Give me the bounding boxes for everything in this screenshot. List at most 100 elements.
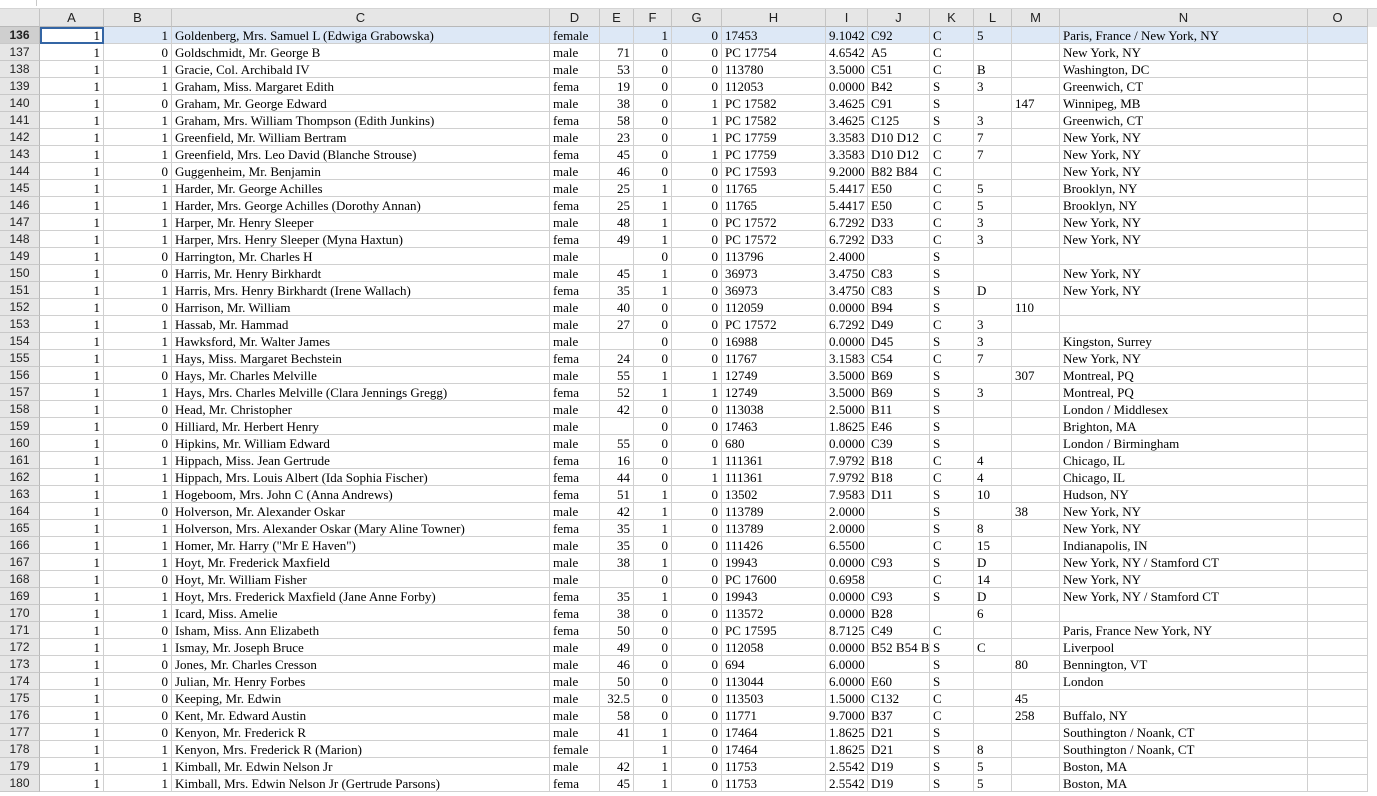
cell-l[interactable]: [974, 707, 1012, 724]
cell-n[interactable]: Boston, MA: [1060, 758, 1308, 775]
cell-o[interactable]: [1308, 180, 1368, 197]
cell-e[interactable]: 42: [600, 503, 634, 520]
cell-b[interactable]: 1: [104, 758, 172, 775]
cell-j[interactable]: C54: [868, 350, 930, 367]
cell-m[interactable]: 38: [1012, 503, 1060, 520]
cell-m[interactable]: [1012, 163, 1060, 180]
cell-i[interactable]: 7.9792: [826, 469, 868, 486]
cell-a[interactable]: 1: [40, 724, 104, 741]
cell-k[interactable]: S: [930, 503, 974, 520]
cell-k[interactable]: S: [930, 775, 974, 792]
cell-g[interactable]: 0: [672, 61, 722, 78]
cell-a[interactable]: 1: [40, 350, 104, 367]
cell-a[interactable]: 1: [40, 656, 104, 673]
cell-k[interactable]: S: [930, 554, 974, 571]
cell-m[interactable]: 307: [1012, 367, 1060, 384]
cell-f[interactable]: 1: [634, 503, 672, 520]
cell-d[interactable]: male: [550, 503, 600, 520]
cell-m[interactable]: [1012, 350, 1060, 367]
cell-d[interactable]: fema: [550, 622, 600, 639]
cell-d[interactable]: fema: [550, 469, 600, 486]
cell-g[interactable]: 0: [672, 418, 722, 435]
cell-n[interactable]: London / Birmingham: [1060, 435, 1308, 452]
cell-d[interactable]: male: [550, 44, 600, 61]
cell-j[interactable]: B18: [868, 452, 930, 469]
row-header[interactable]: 166: [0, 537, 40, 554]
cell-n[interactable]: Greenwich, CT: [1060, 78, 1308, 95]
cell-e[interactable]: 35: [600, 537, 634, 554]
cell-g[interactable]: 0: [672, 724, 722, 741]
cell-l[interactable]: [974, 248, 1012, 265]
cell-j[interactable]: D45: [868, 333, 930, 350]
cell-l[interactable]: [974, 690, 1012, 707]
cell-i[interactable]: 7.9583: [826, 486, 868, 503]
cell-k[interactable]: C: [930, 129, 974, 146]
cell-m[interactable]: [1012, 197, 1060, 214]
cell-f[interactable]: 0: [634, 435, 672, 452]
cell-b[interactable]: 1: [104, 333, 172, 350]
cell-l[interactable]: [974, 163, 1012, 180]
cell-g[interactable]: 1: [672, 469, 722, 486]
cell-h[interactable]: 11771: [722, 707, 826, 724]
cell-e[interactable]: 51: [600, 486, 634, 503]
cell-b[interactable]: 1: [104, 78, 172, 95]
cell-a[interactable]: 1: [40, 418, 104, 435]
cell-l[interactable]: 4: [974, 452, 1012, 469]
cell-f[interactable]: 0: [634, 469, 672, 486]
cell-m[interactable]: [1012, 469, 1060, 486]
cell-c[interactable]: Graham, Miss. Margaret Edith: [172, 78, 550, 95]
cell-i[interactable]: 3.5000: [826, 384, 868, 401]
cell-d[interactable]: male: [550, 214, 600, 231]
cell-m[interactable]: [1012, 146, 1060, 163]
row-header[interactable]: 180: [0, 775, 40, 792]
cell-o[interactable]: [1308, 554, 1368, 571]
cell-j[interactable]: C93: [868, 588, 930, 605]
cell-i[interactable]: 2.5000: [826, 401, 868, 418]
cell-o[interactable]: [1308, 129, 1368, 146]
cell-k[interactable]: S: [930, 95, 974, 112]
cell-k[interactable]: S: [930, 656, 974, 673]
cell-d[interactable]: fema: [550, 486, 600, 503]
cell-j[interactable]: B94: [868, 299, 930, 316]
cell-o[interactable]: [1308, 401, 1368, 418]
cell-c[interactable]: Hippach, Mrs. Louis Albert (Ida Sophia F…: [172, 469, 550, 486]
cell-j[interactable]: D19: [868, 758, 930, 775]
cell-h[interactable]: PC 17754: [722, 44, 826, 61]
cell-o[interactable]: [1308, 61, 1368, 78]
cell-e[interactable]: 58: [600, 112, 634, 129]
cell-h[interactable]: 11753: [722, 758, 826, 775]
cell-e[interactable]: [600, 333, 634, 350]
row-header[interactable]: 139: [0, 78, 40, 95]
cell-i[interactable]: 9.2000: [826, 163, 868, 180]
cell-e[interactable]: 55: [600, 367, 634, 384]
cell-n[interactable]: Southington / Noank, CT: [1060, 724, 1308, 741]
cell-c[interactable]: Kent, Mr. Edward Austin: [172, 707, 550, 724]
cell-c[interactable]: Hoyt, Mrs. Frederick Maxfield (Jane Anne…: [172, 588, 550, 605]
cell-a[interactable]: 1: [40, 146, 104, 163]
cell-l[interactable]: 5: [974, 758, 1012, 775]
cell-m[interactable]: [1012, 401, 1060, 418]
cell-j[interactable]: D21: [868, 724, 930, 741]
cell-i[interactable]: 3.5000: [826, 367, 868, 384]
cell-o[interactable]: [1308, 350, 1368, 367]
cell-g[interactable]: 0: [672, 741, 722, 758]
row-header[interactable]: 147: [0, 214, 40, 231]
cell-f[interactable]: 1: [634, 384, 672, 401]
cell-g[interactable]: 0: [672, 231, 722, 248]
cell-a[interactable]: 1: [40, 299, 104, 316]
cell-m[interactable]: [1012, 180, 1060, 197]
row-header[interactable]: 174: [0, 673, 40, 690]
cell-j[interactable]: C51: [868, 61, 930, 78]
cell-h[interactable]: 111361: [722, 452, 826, 469]
cell-a[interactable]: 1: [40, 554, 104, 571]
cell-o[interactable]: [1308, 537, 1368, 554]
cell-m[interactable]: [1012, 214, 1060, 231]
cell-f[interactable]: 0: [634, 299, 672, 316]
cell-h[interactable]: 19943: [722, 588, 826, 605]
cell-d[interactable]: male: [550, 571, 600, 588]
cell-m[interactable]: [1012, 452, 1060, 469]
cell-h[interactable]: PC 17572: [722, 214, 826, 231]
cell-f[interactable]: 0: [634, 605, 672, 622]
cell-m[interactable]: [1012, 520, 1060, 537]
cell-e[interactable]: 55: [600, 435, 634, 452]
